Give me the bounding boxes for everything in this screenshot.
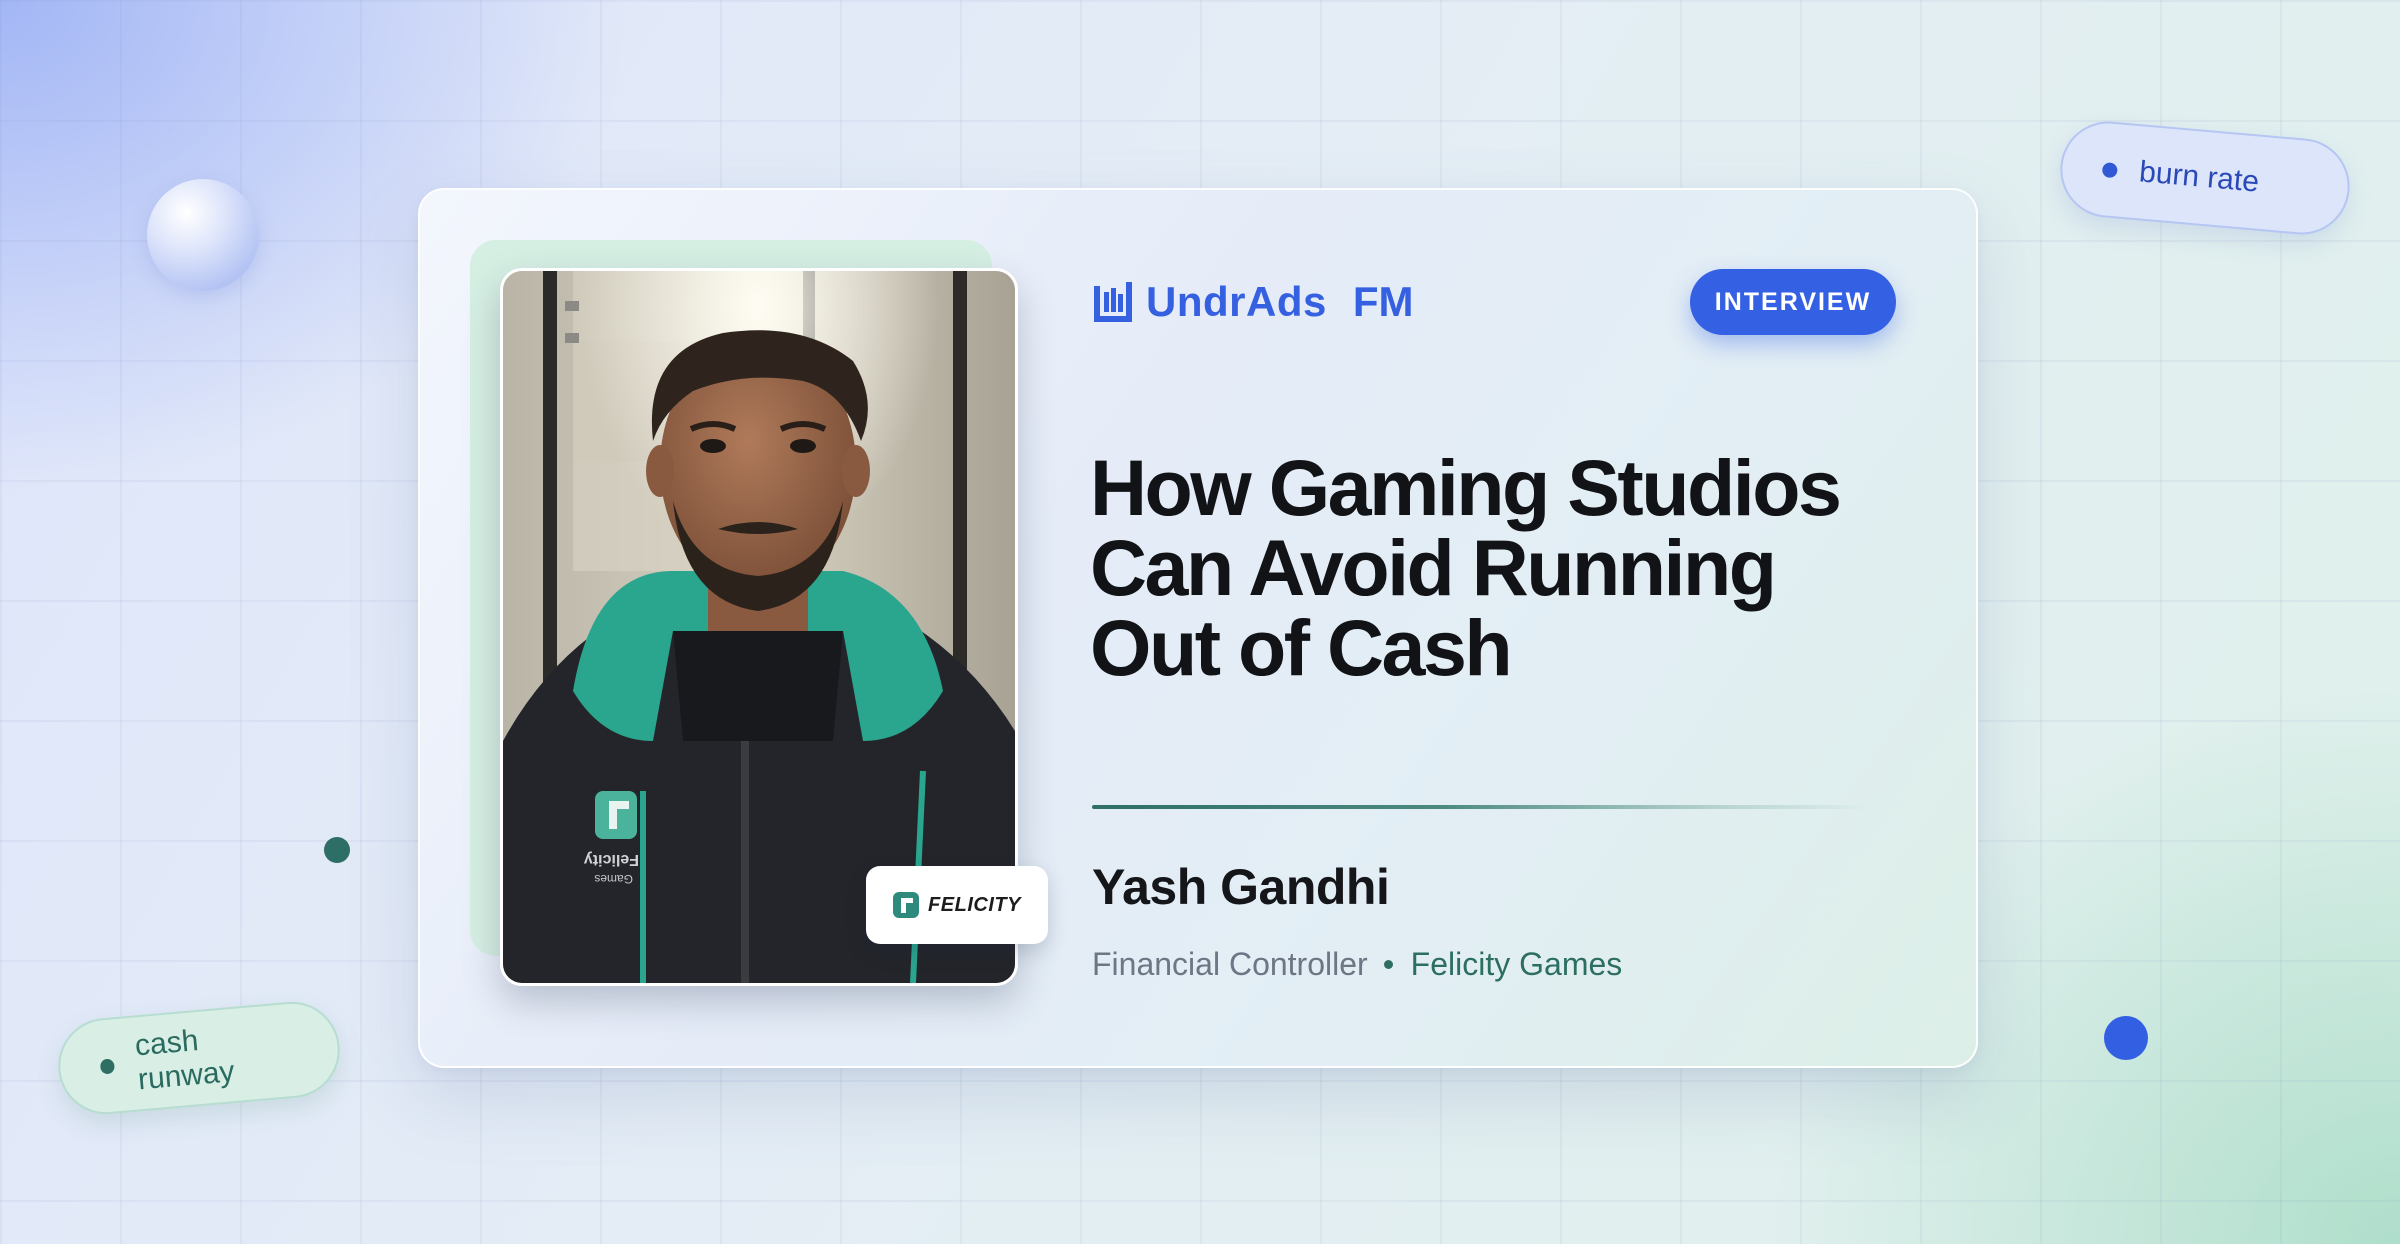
brand-logo[interactable]: UndrAds FM (1094, 270, 1414, 334)
decorative-sphere (147, 179, 259, 291)
headline-line-3: Out of Cash (1090, 603, 1513, 692)
guest-company: Felicity Games (1410, 946, 1623, 982)
brand-name: UndrAds (1146, 278, 1327, 325)
company-logo-text: FELICITY (928, 893, 1021, 916)
hoodie-print-sub: Games (594, 872, 633, 886)
tag-burn-rate-label: burn rate (2137, 155, 2261, 199)
undrads-logo-icon (1094, 282, 1132, 322)
bullet-icon (99, 1057, 116, 1075)
brand-suffix: FM (1352, 278, 1414, 325)
separator-dot-icon (1383, 960, 1393, 969)
company-logo-badge: FELICITY (866, 866, 1048, 944)
guest-role: Financial Controller (1092, 946, 1368, 982)
felicity-logo-icon (893, 892, 920, 918)
headline-line-1: How Gaming Studios (1090, 443, 1842, 532)
hoodie-print-brand: Felicity (584, 851, 639, 868)
headline-line-2: Can Avoid Running (1090, 523, 1777, 612)
decorative-dot-blue (2104, 1016, 2148, 1060)
interview-tag[interactable]: INTERVIEW (1690, 269, 1896, 335)
tag-cash-runway: cash runway (54, 997, 344, 1119)
decorative-dot-teal (324, 837, 350, 863)
headline: How Gaming Studios Can Avoid Running Out… (1090, 448, 1910, 688)
guest-details: Financial Controller Felicity Games (1092, 946, 1622, 983)
tag-burn-rate: burn rate (2056, 117, 2354, 239)
guest-name: Yash Gandhi (1092, 859, 1390, 915)
tag-cash-runway-label: cash runway (133, 1024, 236, 1097)
bullet-icon (2101, 161, 2118, 178)
divider (1092, 805, 1872, 809)
